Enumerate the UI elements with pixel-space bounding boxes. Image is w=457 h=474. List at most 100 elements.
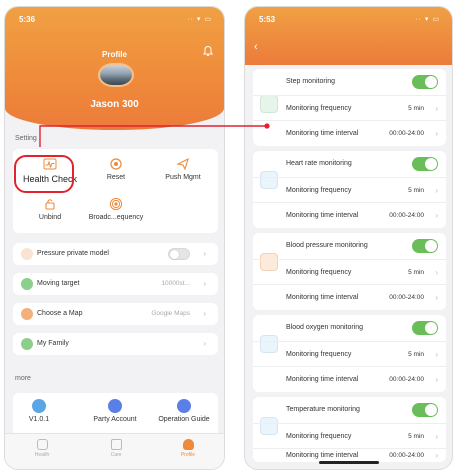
heart-rate-monitoring-row: Heart rate monitoring bbox=[253, 151, 446, 176]
interval-value: 00:00-24:00 bbox=[389, 130, 424, 137]
monitoring-frequency-row[interactable]: Monitoring frequency 5 min › bbox=[253, 177, 446, 202]
reset-label: Reset bbox=[106, 174, 126, 181]
avatar[interactable] bbox=[98, 63, 134, 87]
frequency-label: Monitoring frequency bbox=[286, 105, 352, 112]
chevron-right-icon: › bbox=[435, 186, 438, 195]
interval-value: 00:00-24:00 bbox=[389, 212, 424, 219]
home-indicator bbox=[318, 461, 379, 464]
settings-section-label: Setting bbox=[15, 135, 37, 142]
interval-label: Monitoring time interval bbox=[286, 376, 359, 383]
chevron-right-icon: › bbox=[435, 350, 438, 359]
tab-label: Care bbox=[110, 452, 122, 458]
status-time: 5:53 bbox=[259, 15, 276, 24]
monitoring-interval-row[interactable]: Monitoring time interval 00:00-24:00 › bbox=[253, 284, 446, 309]
map-pin-icon bbox=[21, 308, 33, 320]
temperature-monitoring-row: Temperature monitoring bbox=[253, 397, 446, 422]
interval-label: Monitoring time interval bbox=[286, 452, 359, 459]
heart-rate-monitoring-card: Heart rate monitoring Monitoring frequen… bbox=[253, 151, 446, 228]
heart-rate-monitoring-toggle[interactable] bbox=[412, 157, 438, 171]
status-bar: 5:53 ·· ▾ ▭ bbox=[245, 7, 452, 29]
unbind-button[interactable]: Unbind bbox=[15, 197, 85, 221]
monitoring-interval-row[interactable]: Monitoring time interval 00:00-24:00 › bbox=[253, 448, 446, 462]
tab-label: Profile bbox=[180, 452, 196, 458]
username: Jason 300 bbox=[90, 99, 139, 110]
tab-care[interactable]: Care bbox=[91, 439, 141, 458]
back-button[interactable]: ‹ bbox=[254, 41, 258, 53]
page-title: Profile bbox=[102, 50, 127, 59]
step-monitoring-card: Step monitoring Monitoring frequency 5 m… bbox=[253, 69, 446, 146]
status-icons: ·· ▾ ▭ bbox=[187, 16, 212, 23]
chevron-right-icon: › bbox=[203, 309, 206, 318]
party-account-label: Party Account bbox=[93, 416, 137, 423]
monitoring-frequency-row[interactable]: Monitoring frequency 5 min › bbox=[253, 95, 446, 120]
push-mgmt-button[interactable]: Push Mgmt bbox=[148, 157, 218, 181]
temperature-monitoring-toggle[interactable] bbox=[412, 403, 438, 417]
status-icons: ·· ▾ ▭ bbox=[415, 16, 440, 23]
blood-oxygen-monitoring-toggle[interactable] bbox=[412, 321, 438, 335]
broadcast-frequency-button[interactable]: Broadc...equency bbox=[81, 197, 151, 221]
monitoring-title: Heart rate monitoring bbox=[286, 160, 352, 167]
chevron-right-icon: › bbox=[435, 432, 438, 441]
reset-button[interactable]: Reset bbox=[81, 157, 151, 181]
row-value: Google Maps bbox=[151, 310, 190, 317]
reset-icon bbox=[110, 158, 122, 170]
chevron-right-icon: › bbox=[435, 211, 438, 220]
care-icon bbox=[110, 439, 122, 450]
health-check-highlight bbox=[14, 155, 74, 193]
bell-icon[interactable] bbox=[202, 45, 214, 57]
unbind-label: Unbind bbox=[38, 214, 62, 221]
blood-pressure-monitoring-card: Blood pressure monitoring Monitoring fre… bbox=[253, 233, 446, 310]
moving-target-row[interactable]: Moving target 10000st... › bbox=[13, 273, 218, 295]
interval-label: Monitoring time interval bbox=[286, 294, 359, 301]
choose-map-row[interactable]: Choose a Map Google Maps › bbox=[13, 303, 218, 325]
row-label: Choose a Map bbox=[37, 310, 83, 317]
version-label: V1.0.1 bbox=[28, 416, 50, 423]
blood-pressure-monitoring-toggle[interactable] bbox=[412, 239, 438, 253]
row-label: My Family bbox=[37, 340, 69, 347]
party-account-item[interactable]: Party Account bbox=[85, 399, 145, 423]
tab-bar: Health Care Profile bbox=[5, 433, 224, 469]
broadcast-icon bbox=[109, 197, 123, 211]
push-mgmt-label: Push Mgmt bbox=[165, 174, 201, 181]
row-label: Moving target bbox=[37, 280, 80, 287]
step-monitoring-row: Step monitoring bbox=[253, 69, 446, 94]
chevron-right-icon: › bbox=[435, 129, 438, 138]
monitoring-interval-row[interactable]: Monitoring time interval 00:00-24:00 › bbox=[253, 366, 446, 391]
more-grid: V1.0.1 Party Account Operation Guide bbox=[13, 393, 218, 437]
row-value: 10000st... bbox=[161, 280, 190, 287]
pressure-model-toggle[interactable] bbox=[168, 248, 190, 260]
chevron-right-icon: › bbox=[203, 339, 206, 348]
interval-value: 00:00-24:00 bbox=[389, 452, 424, 459]
tab-health[interactable]: Health bbox=[17, 439, 67, 458]
monitoring-frequency-row[interactable]: Monitoring frequency 5 min › bbox=[253, 341, 446, 366]
chevron-right-icon: › bbox=[435, 268, 438, 277]
chevron-right-icon: › bbox=[435, 375, 438, 384]
temperature-monitoring-card: Temperature monitoring Monitoring freque… bbox=[253, 397, 446, 462]
chevron-right-icon: › bbox=[203, 279, 206, 288]
monitoring-interval-row[interactable]: Monitoring time interval 00:00-24:00 › bbox=[253, 120, 446, 145]
pressure-icon bbox=[21, 248, 33, 260]
blood-oxygen-monitoring-row: Blood oxygen monitoring bbox=[253, 315, 446, 340]
pressure-private-model-row[interactable]: Pressure private model › bbox=[13, 243, 218, 265]
operation-guide-label: Operation Guide bbox=[158, 416, 210, 423]
more-section-label: more bbox=[15, 375, 31, 382]
version-item[interactable]: V1.0.1 bbox=[9, 399, 69, 423]
operation-guide-item[interactable]: Operation Guide bbox=[153, 399, 215, 423]
row-label: Pressure private model bbox=[37, 250, 109, 257]
monitoring-frequency-row[interactable]: Monitoring frequency 5 min › bbox=[253, 259, 446, 284]
status-bar: 5:36 ·· ▾ ▭ bbox=[5, 7, 224, 29]
step-monitoring-toggle[interactable] bbox=[412, 75, 438, 89]
frequency-label: Monitoring frequency bbox=[286, 269, 352, 276]
my-family-row[interactable]: My Family › bbox=[13, 333, 218, 355]
monitoring-interval-row[interactable]: Monitoring time interval 00:00-24:00 › bbox=[253, 202, 446, 227]
health-check-screen: 5:53 ·· ▾ ▭ ‹ Step monitoring Monitoring… bbox=[244, 6, 453, 470]
profile-screen: 5:36 ·· ▾ ▭ Profile Jason 300 Setting He… bbox=[4, 6, 225, 470]
monitoring-frequency-row[interactable]: Monitoring frequency 5 min › bbox=[253, 423, 446, 448]
tab-profile[interactable]: Profile bbox=[163, 439, 213, 458]
frequency-value: 5 min bbox=[408, 351, 424, 358]
monitoring-title: Temperature monitoring bbox=[286, 406, 360, 413]
chevron-right-icon: › bbox=[435, 293, 438, 302]
frequency-value: 5 min bbox=[408, 433, 424, 440]
profile-icon bbox=[182, 439, 194, 450]
chevron-right-icon: › bbox=[435, 451, 438, 460]
